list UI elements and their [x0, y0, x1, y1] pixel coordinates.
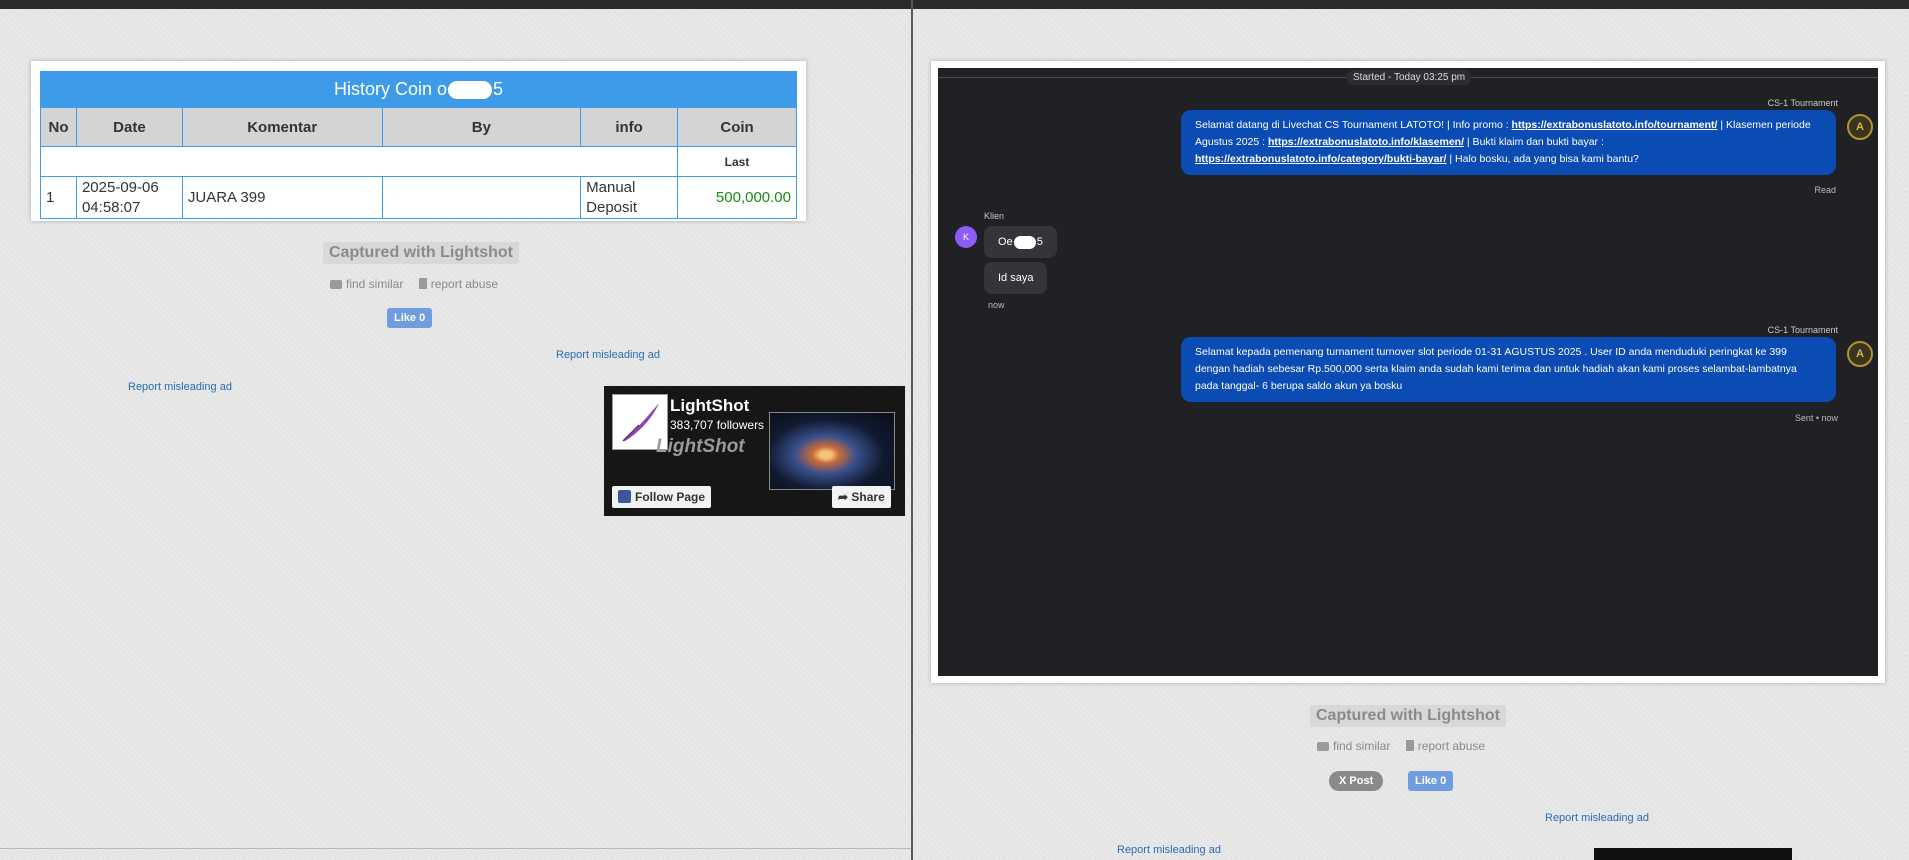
client-avatar: K [955, 226, 977, 248]
cell-info-line1: Manual [586, 178, 636, 196]
lightshot-links: find similar report abuse [1317, 739, 1497, 753]
column-header-komentar: Komentar [181, 107, 383, 147]
facebook-icon [618, 490, 631, 503]
client-name: Klien [984, 211, 1005, 221]
agent-avatar: A [1847, 114, 1873, 140]
agent-name: CS-1 Tournament [1767, 98, 1838, 108]
camera-icon [330, 280, 342, 289]
column-header-by: By [381, 107, 582, 147]
lightshot-links: find similar report abuse [330, 277, 510, 291]
document-icon [1405, 740, 1414, 751]
history-coin-card: History Coin o 5 No Date Komentar By info… [31, 61, 806, 221]
message-text: Selamat datang di Livechat CS Tournament… [1195, 119, 1512, 131]
column-header-coin: Coin [677, 107, 797, 147]
agent-message-bubble: Selamat datang di Livechat CS Tournament… [1181, 110, 1836, 175]
message-text: | Bukti klaim dan bukti bayar : [1464, 136, 1604, 148]
top-bar [913, 0, 1909, 9]
follow-page-label: Follow Page [635, 490, 706, 504]
subheader-empty-cell [39, 146, 679, 177]
redaction-mark [448, 81, 493, 100]
captured-with-lightshot-label: Captured with Lightshot [323, 242, 519, 264]
history-title-suffix: 5 [493, 79, 504, 99]
document-icon [418, 278, 427, 289]
column-header-date: Date [75, 107, 183, 147]
cell-info-line2: Deposit [586, 198, 637, 216]
report-abuse-label: report abuse [430, 277, 499, 291]
page-name[interactable]: LightShot [670, 396, 749, 416]
report-misleading-ad-link[interactable]: Report misleading ad [128, 381, 232, 393]
report-misleading-ad-link[interactable]: Report misleading ad [1117, 844, 1221, 856]
client-message-bubble: Oe 5 [984, 226, 1057, 258]
follow-page-button[interactable]: Follow Page [612, 486, 712, 508]
find-similar-label: find similar [1333, 739, 1391, 753]
followers-count: 383,707 followers [670, 418, 765, 432]
klasemen-link[interactable]: https://extrabonuslatoto.info/klasemen/ [1268, 136, 1464, 148]
cell-date-day: 2025-09-06 [81, 178, 159, 196]
cell-coin: 500,000.00 [677, 176, 797, 219]
share-button[interactable]: ➦ Share [832, 486, 891, 508]
x-post-button[interactable]: X Post [1329, 771, 1384, 791]
column-header-info: info [580, 107, 679, 147]
cell-date-time: 04:58:07 [81, 198, 141, 216]
find-similar-link[interactable]: find similar [330, 277, 403, 291]
facebook-like-button[interactable]: Like 0 [387, 308, 433, 328]
subheader-last: Last [677, 146, 797, 177]
lightshot-facebook-widget: LightShot 383,707 followers LightShot Fo… [604, 386, 905, 516]
history-title: History Coin o 5 [40, 71, 797, 107]
report-misleading-ad-link[interactable]: Report misleading ad [556, 349, 660, 361]
redaction-mark [1013, 235, 1036, 249]
read-status: Read [1814, 185, 1836, 195]
cell-info: Manual Deposit [580, 176, 679, 219]
camera-icon [1317, 742, 1329, 751]
facebook-like-button[interactable]: Like 0 [1408, 771, 1454, 791]
left-screenshot-pane: History Coin o 5 No Date Komentar By info… [0, 0, 911, 860]
cell-no: 1 [40, 176, 77, 219]
ad-widget-partial [1594, 848, 1792, 860]
message-text: Oe [998, 236, 1013, 248]
cell-by [381, 176, 582, 219]
sent-status: Sent • now [1794, 413, 1838, 423]
report-abuse-link[interactable]: report abuse [1405, 739, 1486, 753]
report-abuse-link[interactable]: report abuse [418, 277, 499, 291]
report-abuse-label: report abuse [1417, 739, 1486, 753]
right-screenshot-pane: Started - Today 03:25 pm CS-1 Tournament… [913, 0, 1909, 860]
bukti-bayar-link[interactable]: https://extrabonuslatoto.info/category/b… [1195, 153, 1446, 165]
column-header-no: No [40, 107, 77, 147]
message-text: | Halo bosku, ada yang bisa kami bantu? [1446, 153, 1639, 165]
table-row: 1 2025-09-06 04:58:07 JUARA 399 Manual Dep… [40, 176, 797, 219]
agent-message-bubble: Selamat kepada pemenang turnament turnov… [1181, 337, 1836, 402]
table-header-row: No Date Komentar By info Coin [40, 107, 797, 147]
find-similar-link[interactable]: find similar [1317, 739, 1390, 753]
report-misleading-ad-link[interactable]: Report misleading ad [1545, 812, 1649, 824]
promo-link[interactable]: https://extrabonuslatoto.info/tournament… [1512, 119, 1718, 131]
client-message-time: now [988, 300, 1005, 310]
chat-window: Started - Today 03:25 pm CS-1 Tournament… [938, 68, 1878, 676]
cell-date: 2025-09-06 04:58:07 [75, 176, 183, 219]
client-message-bubble: Id saya [984, 262, 1048, 294]
agent-avatar: A [1847, 341, 1873, 367]
share-arrow-icon: ➦ [838, 490, 852, 504]
cell-komentar: JUARA 399 [181, 176, 383, 219]
livechat-card: Started - Today 03:25 pm CS-1 Tournament… [931, 61, 1885, 683]
top-bar [0, 0, 911, 9]
message-text: 5 [1036, 236, 1043, 248]
captured-with-lightshot-label: Captured with Lightshot [1310, 705, 1506, 727]
table-subheader-row: Last [39, 146, 797, 177]
chat-started-label: Started - Today 03:25 pm [1347, 70, 1472, 85]
agent-name: CS-1 Tournament [1767, 325, 1838, 335]
find-similar-label: find similar [346, 277, 404, 291]
history-table: No Date Komentar By info Coin Last 1 202… [39, 107, 797, 219]
bottom-divider [0, 848, 911, 849]
brand-watermark: LightShot [656, 436, 745, 457]
history-title-prefix: History Coin o [333, 79, 448, 99]
share-label: Share [851, 490, 885, 504]
galaxy-cover-image [769, 412, 895, 490]
